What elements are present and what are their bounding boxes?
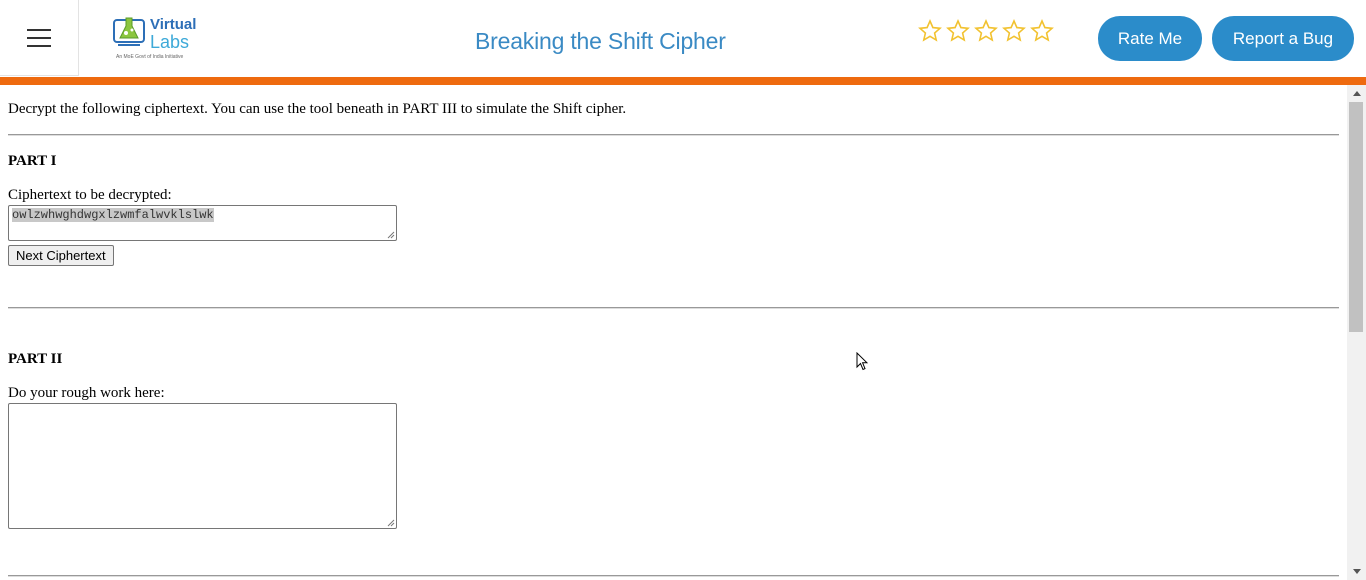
flask-logo-icon xyxy=(113,17,145,46)
scroll-up-arrow-icon[interactable] xyxy=(1347,85,1366,102)
vertical-scrollbar[interactable] xyxy=(1347,85,1366,580)
logo-line1: Virtual xyxy=(150,16,197,33)
star-icon[interactable] xyxy=(1002,18,1026,44)
part2-heading: PART II xyxy=(8,351,63,367)
scrollbar-thumb[interactable] xyxy=(1349,102,1363,332)
ciphertext-label: Ciphertext to be decrypted: xyxy=(8,187,172,203)
star-icon[interactable] xyxy=(974,18,998,44)
part1-heading: PART I xyxy=(8,153,57,169)
rough-work-label: Do your rough work here: xyxy=(8,385,165,401)
ciphertext-field[interactable]: owlzwhwghdwgxlzwmfalwvklslwk xyxy=(8,205,397,241)
top-header: Virtual Labs An MoE Govt of India Initia… xyxy=(0,0,1366,85)
divider xyxy=(8,134,1339,136)
intro-text: Decrypt the following ciphertext. You ca… xyxy=(8,101,627,117)
page-title: Breaking the Shift Cipher xyxy=(475,28,726,54)
resize-grip-icon[interactable] xyxy=(386,518,395,527)
logo-tagline: An MoE Govt of India Initiative xyxy=(116,54,184,60)
rating-stars[interactable] xyxy=(918,18,1054,44)
divider xyxy=(8,575,1339,577)
rough-work-field[interactable] xyxy=(8,403,397,529)
report-bug-button[interactable]: Report a Bug xyxy=(1212,16,1354,61)
ciphertext-value: owlzwhwghdwgxlzwmfalwvklslwk xyxy=(12,208,214,222)
divider xyxy=(8,307,1339,309)
scroll-down-arrow-icon[interactable] xyxy=(1347,563,1366,580)
rate-me-button[interactable]: Rate Me xyxy=(1098,16,1202,61)
mouse-cursor-icon xyxy=(856,352,868,371)
next-ciphertext-button[interactable]: Next Ciphertext xyxy=(8,245,114,266)
resize-grip-icon[interactable] xyxy=(386,230,395,239)
virtual-labs-logo[interactable]: Virtual Labs An MoE Govt of India Initia… xyxy=(110,12,202,64)
main-content: Decrypt the following ciphertext. You ca… xyxy=(8,85,1339,580)
star-icon[interactable] xyxy=(1030,18,1054,44)
menu-button[interactable] xyxy=(0,0,79,76)
hamburger-menu-icon xyxy=(27,28,51,47)
star-icon[interactable] xyxy=(946,18,970,44)
star-icon[interactable] xyxy=(918,18,942,44)
logo-line2: Labs xyxy=(150,32,190,52)
